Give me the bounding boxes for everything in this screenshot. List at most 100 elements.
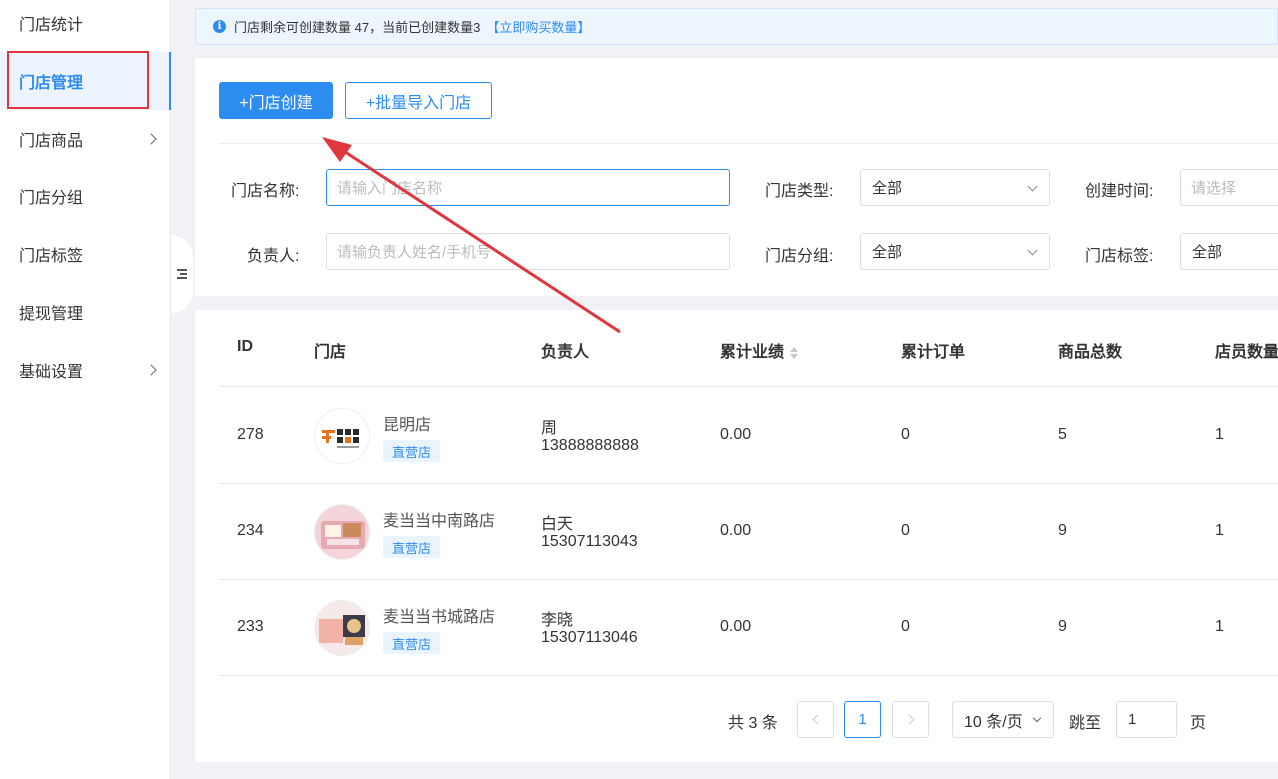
store-type-badge: 直营店 — [383, 440, 441, 462]
sidebar-item-store-stats[interactable]: 门店统计 — [0, 0, 171, 52]
create-store-button[interactable]: +门店创建 — [219, 82, 333, 119]
chevron-left-icon — [812, 714, 822, 725]
cell-staff: 1 — [1215, 618, 1224, 635]
cell-staff: 1 — [1215, 522, 1224, 539]
chevron-down-icon — [1027, 245, 1038, 256]
store-name[interactable]: 麦当当书城路店 — [383, 603, 495, 627]
store-name-input[interactable]: 请输入门店名称 — [326, 169, 730, 206]
owner-name: 白天 — [541, 516, 574, 533]
row-divider — [219, 675, 1278, 676]
chevron-right-icon — [145, 364, 157, 376]
cell-orders: 0 — [901, 426, 910, 443]
table-row[interactable]: 234 麦当当中南路店 直营店 白天 15307113043 0.00 0 9 … — [195, 483, 1278, 579]
sidebar-item-label: 门店分组 — [19, 190, 84, 207]
quota-notice: i 门店剩余可创建数量 47，当前已创建数量3 【立即购买数量】 — [195, 8, 1278, 45]
cell-products: 9 — [1058, 522, 1067, 539]
cell-staff: 1 — [1215, 426, 1224, 443]
cell-id: 233 — [237, 618, 264, 635]
store-name[interactable]: 昆明店 — [383, 411, 431, 435]
owner-input[interactable]: 请输负责人姓名/手机号 — [326, 233, 730, 270]
cell-orders: 0 — [901, 522, 910, 539]
store-photo-icon — [315, 601, 369, 655]
cell-id: 234 — [237, 522, 264, 539]
prev-page-button[interactable] — [797, 701, 834, 738]
table-row[interactable]: 233 麦当当书城路店 直营店 李晓 15307113046 0.00 0 9 … — [195, 579, 1278, 675]
sidebar-item-label: 门店标签 — [19, 248, 84, 265]
owner-phone: 13888888888 — [541, 437, 639, 454]
store-group-select[interactable]: 全部 — [860, 233, 1050, 270]
sidebar-item-label: 基础设置 — [19, 364, 84, 381]
chevron-right-icon — [904, 714, 914, 725]
sidebar-item-withdrawals[interactable]: 提现管理 — [0, 283, 171, 341]
store-avatar — [314, 600, 370, 656]
owner-label: 负责人: — [247, 248, 300, 265]
owner-phone: 15307113043 — [541, 533, 638, 550]
store-photo-icon — [315, 505, 369, 559]
store-group-label: 门店分组: — [765, 248, 834, 265]
store-logo-icon — [315, 409, 369, 463]
cell-orders: 0 — [901, 618, 910, 635]
store-avatar — [314, 504, 370, 560]
store-avatar — [314, 408, 370, 464]
created-time-picker[interactable]: 请选择 — [1180, 169, 1278, 206]
sidebar-item-store-tags[interactable]: 门店标签 — [0, 225, 171, 283]
cell-sales: 0.00 — [720, 522, 752, 539]
jump-label: 跳至 — [1069, 715, 1102, 732]
collapse-icon — [177, 269, 187, 279]
cell-sales: 0.00 — [720, 426, 752, 443]
header-orders: 累计订单 — [901, 344, 966, 361]
store-type-select[interactable]: 全部 — [860, 169, 1050, 206]
sidebar-item-store-management[interactable]: 门店管理 — [0, 52, 171, 110]
store-group-value: 全部 — [872, 244, 903, 261]
owner-phone: 15307113046 — [541, 629, 638, 646]
page-size-value: 10 条/页 — [964, 713, 1023, 731]
header-store: 门店 — [314, 344, 347, 361]
sidebar-item-basic-settings[interactable]: 基础设置 — [0, 341, 171, 399]
next-page-button[interactable] — [892, 701, 929, 738]
divider — [219, 143, 1278, 144]
sidebar: 门店统计 门店管理 门店商品 门店分组 门店标签 提现管理 基础设置 — [0, 0, 171, 779]
info-icon: i — [213, 20, 226, 33]
cell-products: 5 — [1058, 426, 1067, 443]
table-row[interactable]: 278 昆明店 直营店 周 13888888888 0.00 0 5 1 — [195, 387, 1278, 483]
header-owner: 负责人 — [541, 344, 590, 361]
header-sales[interactable]: 累计业绩 — [720, 338, 799, 362]
sidebar-item-label: 门店商品 — [19, 133, 84, 150]
batch-import-button[interactable]: +批量导入门店 — [345, 82, 492, 119]
sidebar-item-store-products[interactable]: 门店商品 — [0, 110, 171, 168]
store-type-value: 全部 — [872, 180, 903, 197]
sort-icon[interactable] — [789, 346, 799, 360]
header-id: ID — [237, 338, 253, 355]
created-time-label: 创建时间: — [1085, 183, 1154, 200]
jump-page-input[interactable]: 1 — [1116, 701, 1177, 738]
header-staff: 店员数量 — [1215, 344, 1278, 361]
cell-products: 9 — [1058, 618, 1067, 635]
cell-sales: 0.00 — [720, 618, 752, 635]
page-suffix: 页 — [1190, 715, 1207, 732]
store-table: ID 门店 负责人 累计业绩 累计订单 商品总数 店员数量 278 昆明店 直营… — [195, 310, 1278, 762]
chevron-down-icon — [1027, 181, 1038, 192]
store-type-badge: 直营店 — [383, 536, 441, 558]
page-1-button[interactable]: 1 — [844, 701, 881, 738]
store-name[interactable]: 麦当当中南路店 — [383, 507, 495, 531]
sidebar-collapse-toggle[interactable] — [171, 235, 193, 313]
header-sales-label: 累计业绩 — [720, 344, 785, 361]
notice-text: 门店剩余可创建数量 47，当前已创建数量3 — [234, 20, 481, 35]
filter-panel: +门店创建 +批量导入门店 门店名称: 请输入门店名称 门店类型: 全部 创建时… — [195, 58, 1278, 296]
store-tag-label: 门店标签: — [1085, 248, 1154, 265]
pagination-total: 共 3 条 — [728, 715, 778, 732]
chevron-down-icon — [1032, 713, 1042, 723]
store-type-badge: 直营店 — [383, 632, 441, 654]
store-tag-select[interactable]: 全部 — [1180, 233, 1278, 270]
sidebar-item-label: 提现管理 — [19, 306, 84, 323]
owner-name: 李晓 — [541, 612, 574, 629]
sidebar-item-label: 门店管理 — [19, 75, 84, 92]
cell-id: 278 — [237, 426, 264, 443]
store-type-label: 门店类型: — [765, 183, 834, 200]
page-size-select[interactable]: 10 条/页 — [952, 701, 1054, 738]
buy-quota-link[interactable]: 【立即购买数量】 — [486, 17, 590, 36]
sidebar-item-label: 门店统计 — [19, 17, 84, 34]
store-name-label: 门店名称: — [231, 183, 300, 200]
sidebar-item-store-groups[interactable]: 门店分组 — [0, 167, 171, 225]
owner-name: 周 — [541, 420, 558, 437]
